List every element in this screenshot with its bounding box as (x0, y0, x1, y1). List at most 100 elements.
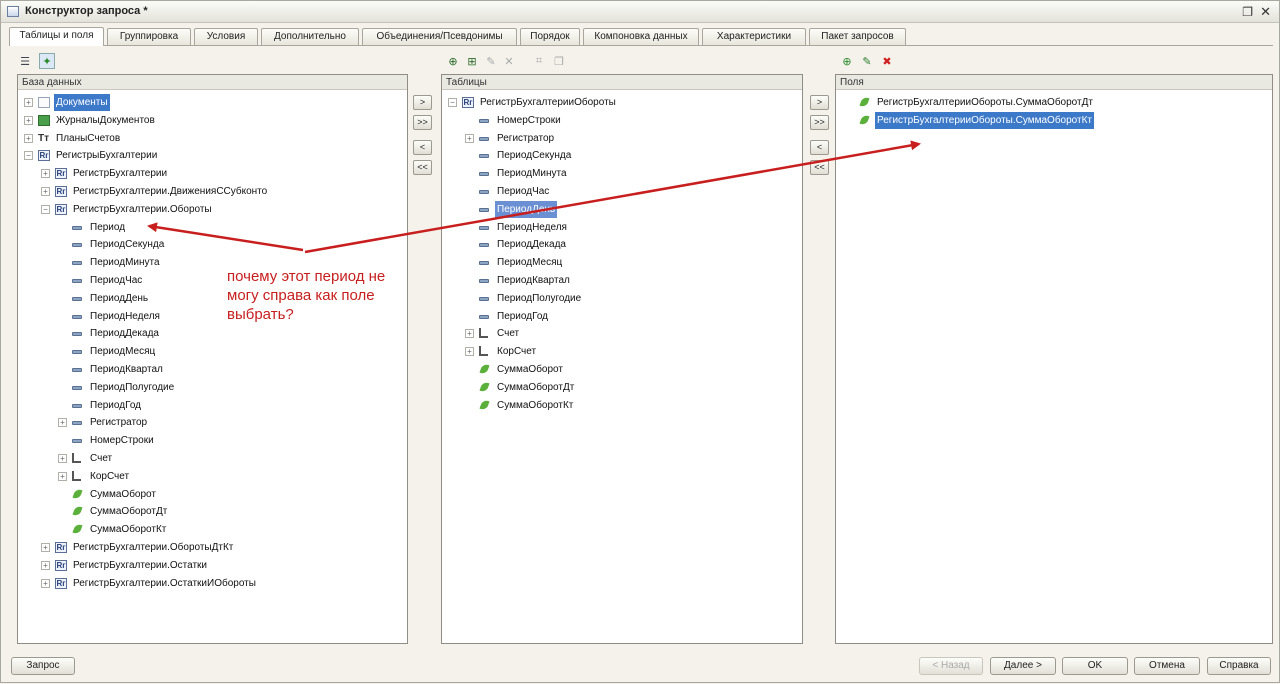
add-all-button[interactable]: >> (413, 115, 432, 130)
edit-field-icon[interactable]: ✎ (859, 53, 875, 69)
tables-row[interactable]: ПериодКвартал (465, 272, 802, 289)
add-field-button[interactable]: > (810, 95, 829, 110)
database-row[interactable]: + ЖурналыДокументов (24, 112, 407, 129)
database-row[interactable]: НомерСтроки (58, 432, 407, 449)
tables-row[interactable]: СуммаОборотДт (465, 379, 802, 396)
database-row[interactable]: − Rг РегистрБухгалтерии.Обороты (41, 201, 407, 218)
expand-icon[interactable]: + (24, 98, 33, 107)
tables-row[interactable]: СуммаОборот (465, 361, 802, 378)
expand-icon[interactable]: + (465, 133, 474, 143)
tab-characteristics[interactable]: Характеристики (702, 28, 806, 45)
tables-row[interactable]: + Регистратор (465, 130, 802, 147)
database-row[interactable]: + Rг РегистрБухгалтерии.Остатки (41, 557, 407, 574)
expand-icon[interactable]: + (58, 454, 67, 463)
expand-icon[interactable]: + (58, 471, 67, 481)
tables-row[interactable]: ПериодДень (465, 200, 802, 218)
copy-icon[interactable]: ❐ (551, 53, 567, 69)
help-button[interactable]: Справка (1207, 657, 1271, 675)
tables-row[interactable]: ПериодНеделя (465, 219, 802, 236)
add-table-icon[interactable]: ⊕ (445, 53, 461, 69)
tab-tables-and-fields[interactable]: Таблицы и поля (9, 27, 104, 46)
remove-all-fields-button[interactable]: << (810, 160, 829, 175)
database-row[interactable]: ПериодМесяц (58, 343, 407, 360)
database-row[interactable]: ПериодГод (58, 397, 407, 414)
expand-icon[interactable]: + (58, 418, 67, 428)
restore-icon[interactable]: ❐ (1242, 5, 1253, 19)
filter-icon[interactable]: ✦ (39, 53, 55, 69)
remove-field-button[interactable]: < (810, 140, 829, 155)
tables-row[interactable]: + КорСчет (465, 343, 802, 360)
tables-row[interactable]: ПериодМесяц (465, 254, 802, 271)
database-row[interactable]: + Rг РегистрБухгалтерии.ОборотыДтКт (41, 539, 407, 556)
tables-row[interactable]: ПериодЧас (465, 183, 802, 200)
next-button[interactable]: Далее > (990, 657, 1056, 675)
collapse-icon[interactable]: − (24, 151, 33, 161)
edit-icon[interactable]: ✎ (483, 53, 499, 69)
expand-icon[interactable]: + (24, 115, 33, 125)
tables-row[interactable]: ПериодСекунда (465, 147, 802, 164)
tables-row[interactable]: ПериодМинута (465, 165, 802, 182)
tab-additional[interactable]: Дополнительно (261, 28, 359, 45)
cancel-button[interactable]: Отмена (1134, 657, 1200, 675)
fields-row[interactable]: РегистрБухгалтерииОбороты.СуммаОборотДт (845, 94, 1272, 111)
database-row[interactable]: Период (58, 219, 407, 236)
tables-row[interactable]: ПериодДекада (465, 236, 802, 253)
expand-icon[interactable]: + (24, 133, 33, 143)
expand-icon[interactable]: + (41, 578, 50, 588)
collapse-icon[interactable]: − (448, 98, 457, 107)
expand-icon[interactable]: + (465, 347, 474, 357)
add-field-icon[interactable]: ⊕ (839, 53, 855, 69)
database-row[interactable]: СуммаОборот (58, 486, 407, 503)
remove-field-icon[interactable]: ✖ (879, 53, 895, 69)
database-row[interactable]: + Документы (24, 94, 407, 111)
tables-row[interactable]: НомерСтроки (465, 112, 802, 129)
tables-row[interactable]: ПериодПолугодие (465, 290, 802, 307)
database-row[interactable]: ПериодКвартал (58, 361, 407, 378)
expand-icon[interactable]: + (41, 169, 50, 179)
field-icon (72, 368, 82, 372)
tab-order[interactable]: Порядок (520, 28, 580, 45)
add-subquery-icon[interactable]: ⊞ (464, 53, 480, 69)
database-row[interactable]: СуммаОборотДт (58, 503, 407, 520)
ok-button[interactable]: OK (1062, 657, 1128, 675)
database-row[interactable]: + Rг РегистрБухгалтерии.ДвиженияССубконто (41, 183, 407, 200)
delete-icon[interactable]: ✕ (501, 53, 517, 69)
remove-all-button[interactable]: << (413, 160, 432, 175)
back-button[interactable]: < Назад (919, 657, 983, 675)
database-item-label: Документы (54, 94, 110, 111)
chart-of-accounts-icon: Тт (38, 132, 50, 144)
database-row[interactable]: ПериодПолугодие (58, 379, 407, 396)
remove-button[interactable]: < (413, 140, 432, 155)
add-all-fields-button[interactable]: >> (810, 115, 829, 130)
collapse-icon[interactable]: − (41, 204, 50, 214)
add-button[interactable]: > (413, 95, 432, 110)
tables-row[interactable]: + Счет (465, 325, 802, 342)
database-row[interactable]: − Rг РегистрыБухгалтерии (24, 147, 407, 164)
tab-grouping[interactable]: Группировка (107, 28, 191, 45)
database-row[interactable]: СуммаОборотКт (58, 521, 407, 538)
database-row[interactable]: + Тт ПланыСчетов (24, 130, 407, 147)
fields-row[interactable]: РегистрБухгалтерииОбороты.СуммаОборотКт (845, 111, 1272, 129)
query-button[interactable]: Запрос (11, 657, 75, 675)
list-view-icon[interactable]: ☰ (17, 53, 33, 69)
tables-row[interactable]: СуммаОборотКт (465, 397, 802, 414)
database-row[interactable]: + Rг РегистрБухгалтерии (41, 165, 407, 182)
expand-icon[interactable]: + (41, 560, 50, 570)
database-row[interactable]: ПериодСекунда (58, 236, 407, 253)
tables-row[interactable]: − Rг РегистрБухгалтерииОбороты (448, 94, 802, 111)
database-row[interactable]: + КорСчет (58, 468, 407, 485)
replace-icon[interactable]: ⌗ (531, 53, 547, 69)
tab-unions-aliases[interactable]: Объединения/Псевдонимы (362, 28, 517, 45)
expand-icon[interactable]: + (465, 329, 474, 339)
tab-data-composition[interactable]: Компоновка данных (583, 28, 699, 45)
close-icon[interactable]: ✕ (1260, 4, 1271, 20)
database-row[interactable]: + Регистратор (58, 414, 407, 431)
tables-row[interactable]: ПериодГод (465, 308, 802, 325)
tab-query-batch[interactable]: Пакет запросов (809, 28, 906, 45)
tab-conditions[interactable]: Условия (194, 28, 258, 45)
database-row[interactable]: + Rг РегистрБухгалтерии.ОстаткиИОбороты (41, 575, 407, 592)
database-row[interactable]: ПериодДекада (58, 325, 407, 342)
expand-icon[interactable]: + (41, 543, 50, 552)
database-row[interactable]: + Счет (58, 450, 407, 467)
expand-icon[interactable]: + (41, 187, 50, 196)
